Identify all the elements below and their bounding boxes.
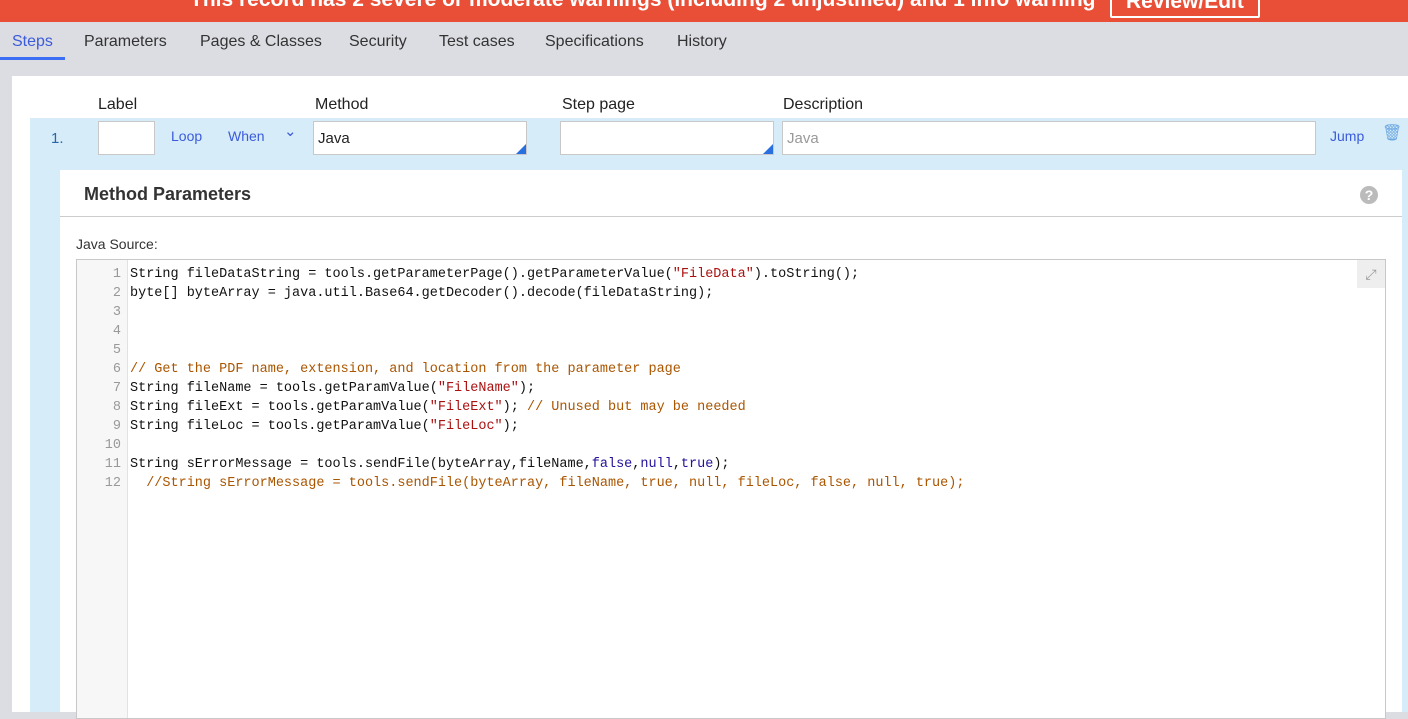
line-code: String fileExt = tools.getParamValue("Fi…	[125, 398, 746, 417]
code-token-comment: // Get the PDF name, extension, and loca…	[130, 362, 681, 377]
line-number: 12	[104, 476, 121, 491]
code-token-keyword: true	[680, 457, 714, 472]
line-code: byte[] byteArray = java.util.Base64.getD…	[125, 284, 713, 303]
method-value: Java	[318, 130, 350, 147]
line-code: String fileName = tools.getParamValue("F…	[125, 379, 535, 398]
warning-banner: This record has 2 severe or moderate war…	[0, 0, 1408, 22]
line-number: 7	[112, 381, 121, 396]
code-token-comment: //String sErrorMessage = tools.sendFile(…	[130, 476, 965, 491]
method-parameters-title: Method Parameters	[60, 170, 1402, 217]
review-edit-button[interactable]: Review/Edit	[1110, 0, 1260, 18]
method-header: Method	[315, 96, 369, 113]
code-line: 3	[77, 303, 964, 322]
autocomplete-corner-icon	[516, 144, 526, 154]
step-page-header: Step page	[562, 96, 635, 113]
code-line: 9 String fileLoc = tools.getParamValue("F…	[77, 417, 964, 436]
tab-parameters[interactable]: Parameters	[72, 32, 179, 60]
line-number: 3	[112, 305, 121, 320]
code-token-keyword: null	[640, 457, 673, 472]
code-line: 10	[77, 436, 964, 455]
trash-icon[interactable]: 🗑	[1382, 123, 1402, 143]
line-code: String fileDataString = tools.getParamet…	[125, 265, 859, 284]
code-lines: 1 String fileDataString = tools.getParame…	[77, 265, 965, 493]
code-token-plain: byte[] byteArray = java.util.Base64.getD…	[130, 286, 714, 301]
line-number: 9	[112, 419, 121, 434]
code-token-string: "FileName"	[437, 381, 519, 396]
tab-history[interactable]: History	[665, 32, 739, 60]
code-line: 5	[77, 341, 964, 360]
code-token-keyword: false	[591, 457, 633, 472]
line-number: 2	[112, 286, 121, 301]
code-line: 1 String fileDataString = tools.getParame…	[77, 265, 964, 284]
java-source-label: Java Source:	[76, 236, 158, 252]
label-input[interactable]	[98, 121, 155, 155]
code-token-plain: String fileLoc = tools.getParamValue(	[130, 419, 430, 434]
code-line: 4	[77, 322, 964, 341]
code-token-plain: String fileDataString = tools.getParamet…	[130, 267, 673, 282]
warning-message: This record has 2 severe or moderate war…	[190, 0, 1096, 12]
code-line: 6 // Get the PDF name, extension, and loc…	[77, 360, 964, 379]
tab-pages-classes[interactable]: Pages & Classes	[188, 32, 334, 60]
expand-icon[interactable]: ⤢	[1357, 260, 1385, 288]
jump-link[interactable]: Jump	[1330, 128, 1364, 144]
line-number: 10	[104, 438, 121, 453]
loop-link[interactable]: Loop	[171, 128, 202, 144]
code-token-string: "FileLoc"	[429, 419, 503, 434]
line-code: // Get the PDF name, extension, and loca…	[125, 360, 681, 379]
code-line: 8 String fileExt = tools.getParamValue("F…	[77, 398, 964, 417]
tab-security[interactable]: Security	[337, 32, 419, 60]
line-code: //String sErrorMessage = tools.sendFile(…	[125, 474, 964, 493]
java-source-editor[interactable]: 1 String fileDataString = tools.getParame…	[76, 259, 1386, 719]
chevron-down-icon[interactable]: ⌄	[284, 122, 297, 140]
step-page-input[interactable]	[560, 121, 774, 155]
code-token-plain: );	[502, 400, 527, 415]
code-token-plain: String fileName = tools.getParamValue(	[130, 381, 438, 396]
autocomplete-corner-icon	[763, 144, 773, 154]
label-header: Label	[98, 96, 138, 113]
code-token-plain: );	[518, 381, 536, 396]
line-number: 1	[112, 267, 121, 282]
line-number: 11	[104, 457, 121, 472]
code-token-string: "FileExt"	[429, 400, 503, 415]
tab-steps[interactable]: Steps	[0, 32, 65, 60]
help-icon[interactable]: ?	[1360, 186, 1378, 204]
code-token-comment: // Unused but may be needed	[526, 400, 746, 415]
code-token-plain: );	[502, 419, 519, 434]
line-number: 4	[112, 324, 121, 339]
code-token-plain: ,	[672, 457, 681, 472]
code-line: 7 String fileName = tools.getParamValue("…	[77, 379, 964, 398]
code-token-plain: );	[713, 457, 730, 472]
tab-specifications[interactable]: Specifications	[533, 32, 656, 60]
when-link[interactable]: When	[228, 128, 265, 144]
description-header: Description	[783, 96, 864, 113]
code-token-plain: ).toString();	[753, 267, 860, 282]
code-token-plain: String sErrorMessage = tools.sendFile(by…	[130, 457, 592, 472]
code-token-plain: String fileExt = tools.getParamValue(	[130, 400, 430, 415]
method-input[interactable]: Java	[313, 121, 527, 155]
code-line: 11 String sErrorMessage = tools.sendFile(…	[77, 455, 964, 474]
code-line: 12 //String sErrorMessage = tools.sendFi…	[77, 474, 965, 493]
description-input[interactable]: Java	[782, 121, 1316, 155]
tab-bar: Steps Parameters Pages & Classes Securit…	[0, 22, 1408, 76]
line-code: String fileLoc = tools.getParamValue("Fi…	[125, 417, 519, 436]
line-number: 5	[112, 343, 121, 358]
code-token-string: "FileData"	[672, 267, 754, 282]
line-number: 8	[112, 400, 121, 415]
method-parameters-panel: Method Parameters ? Java Source: 1 String…	[60, 170, 1402, 719]
code-line: 2 byte[] byteArray = java.util.Base64.get…	[77, 284, 964, 303]
tab-test-cases[interactable]: Test cases	[427, 32, 527, 60]
line-number: 6	[112, 362, 121, 377]
line-code: String sErrorMessage = tools.sendFile(by…	[125, 455, 730, 474]
step-number: 1.	[51, 130, 64, 147]
